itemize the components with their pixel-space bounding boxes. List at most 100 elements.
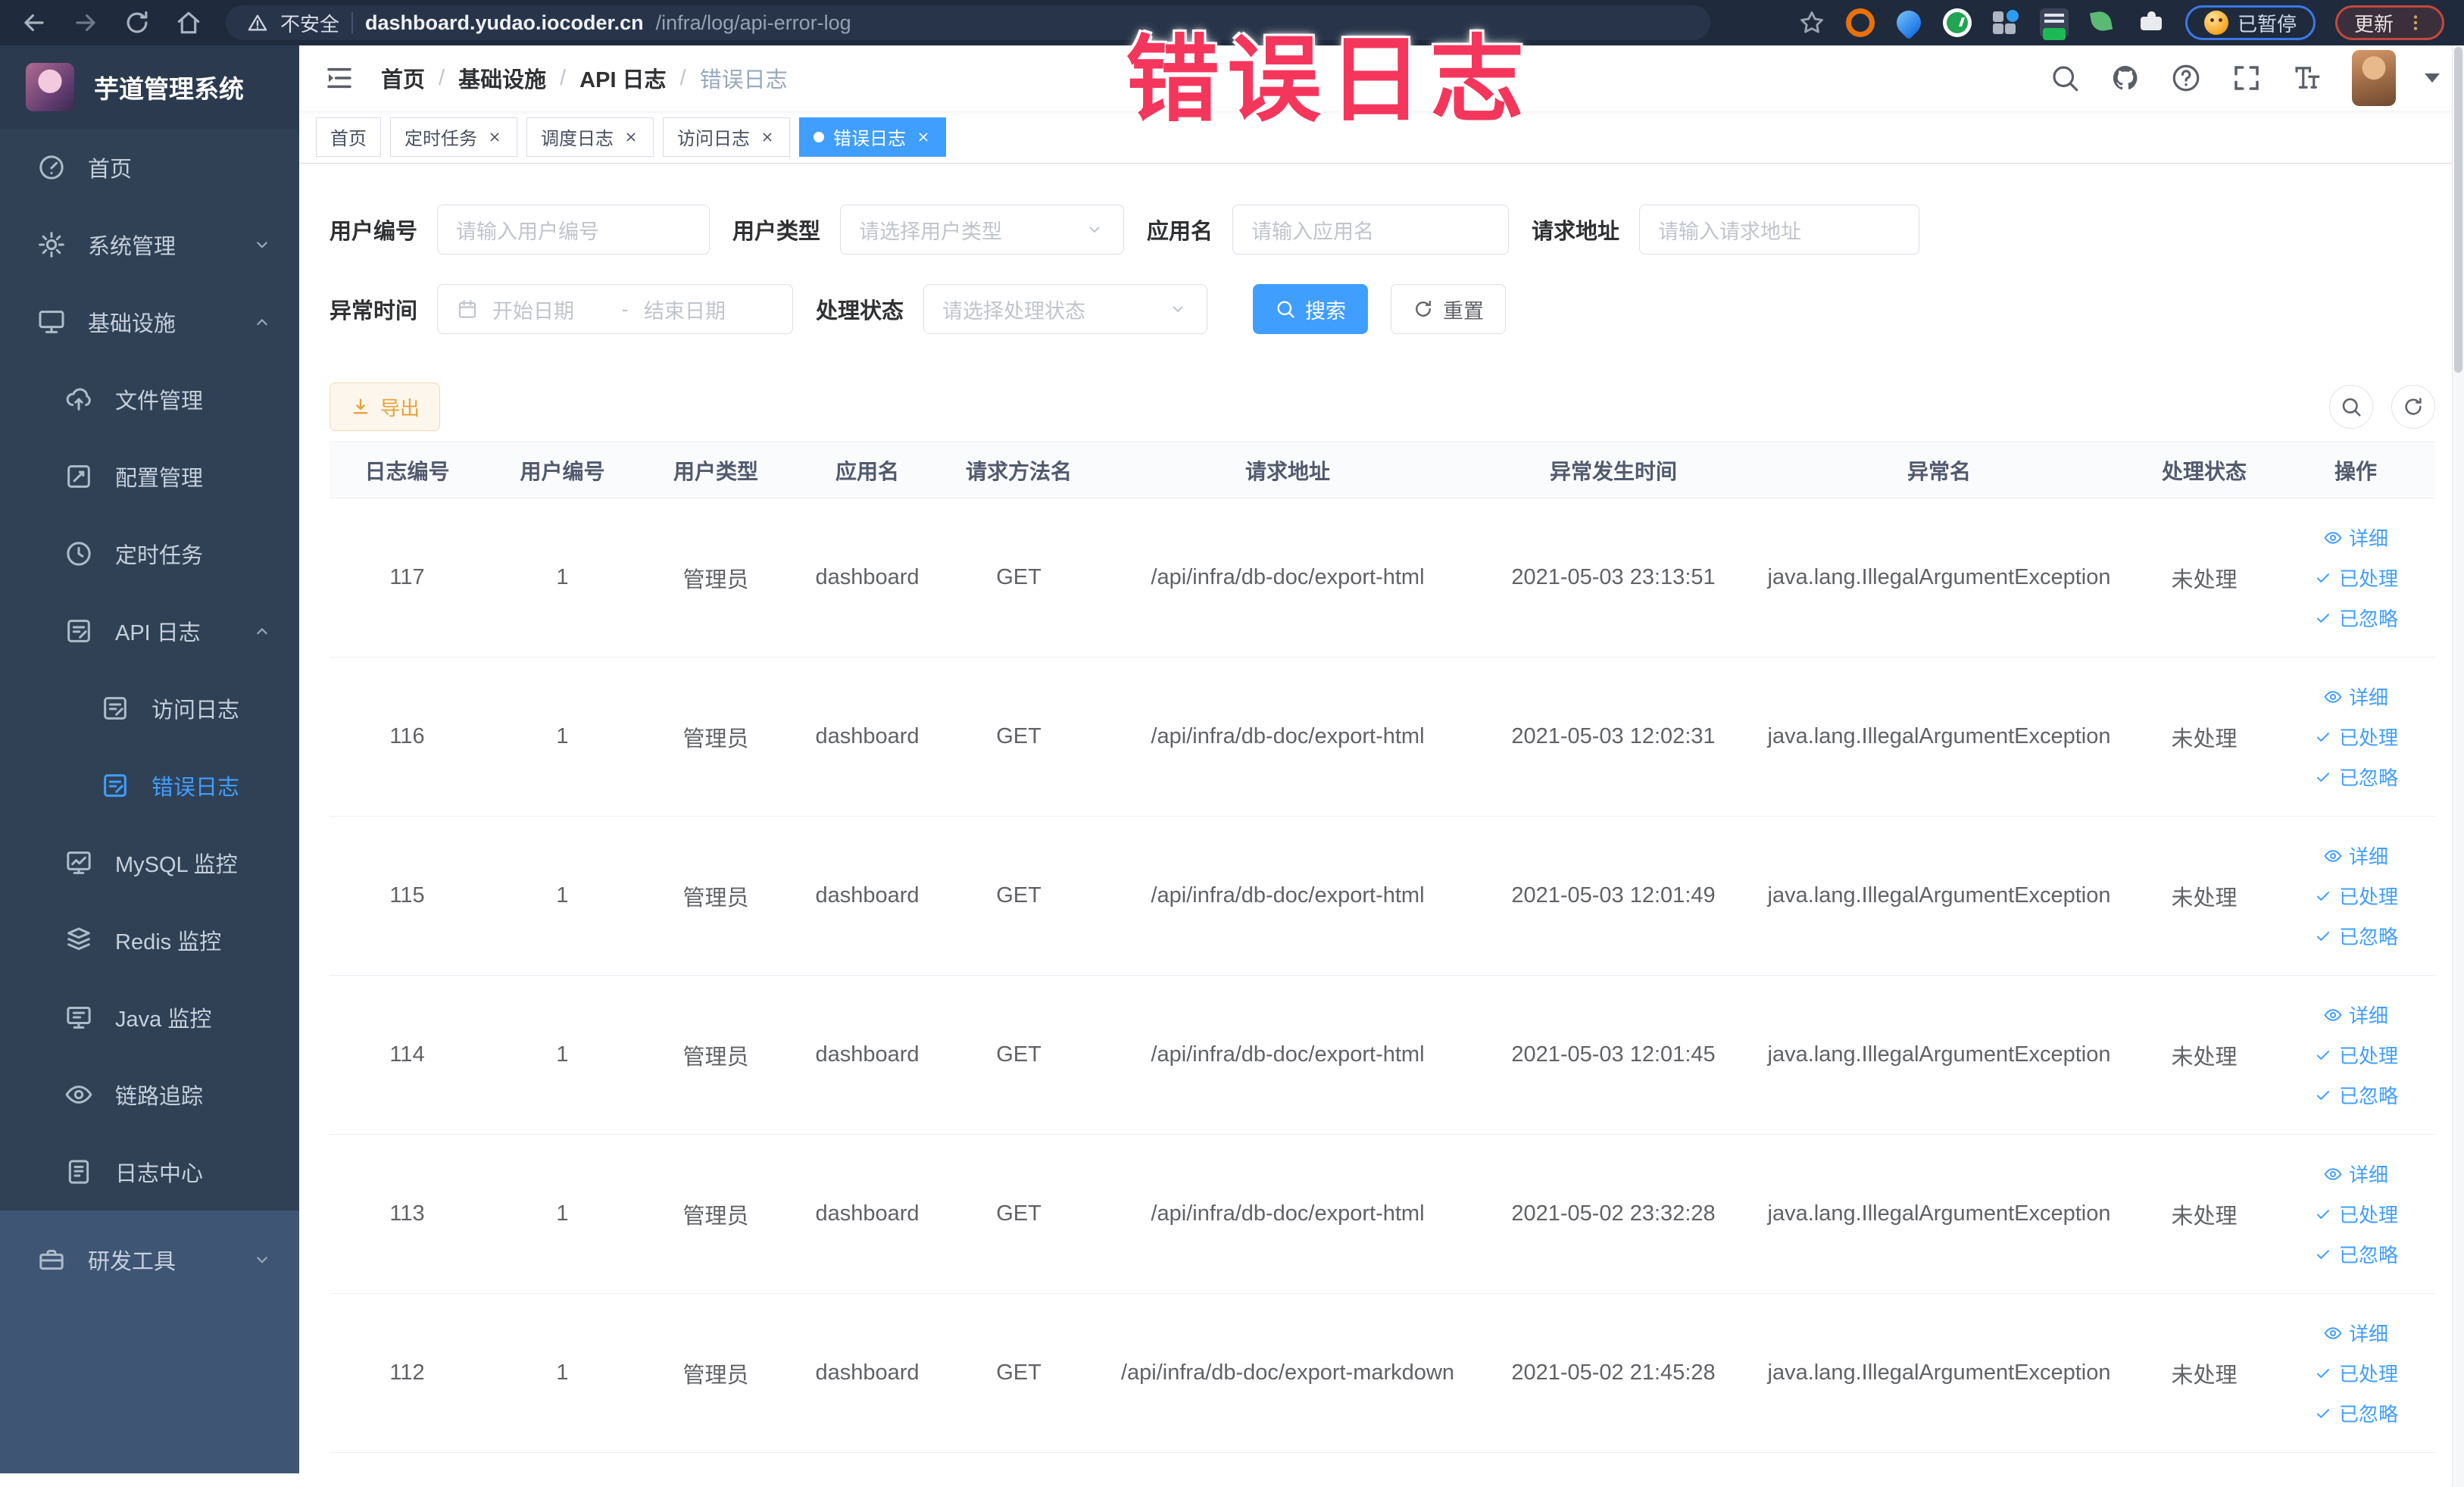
github-icon[interactable] xyxy=(2110,62,2141,94)
font-size-icon[interactable] xyxy=(2291,62,2323,94)
close-icon[interactable] xyxy=(486,129,503,145)
detail-link[interactable]: 详细 xyxy=(2323,683,2388,711)
search-icon[interactable] xyxy=(2049,62,2081,94)
error-log-table: 日志编号 用户编号 用户类型 应用名 请求方法名 请求地址 异常发生时间 异常名 处理状态 操作 … xyxy=(329,442,2435,1453)
extension-icon[interactable] xyxy=(2088,8,2117,37)
check-icon xyxy=(2313,886,2333,906)
close-icon[interactable] xyxy=(759,129,776,145)
sidebar-logo-row[interactable]: 芋道管理系统 xyxy=(0,45,299,129)
close-icon[interactable] xyxy=(915,129,932,145)
extensions-puzzle-icon[interactable] xyxy=(2137,8,2166,37)
mark-ignored-link[interactable]: 已忽略 xyxy=(2313,1240,2398,1268)
cell-exception-name: java.lang.IllegalArgumentException xyxy=(1767,883,2111,908)
breadcrumb-item[interactable]: 首页 xyxy=(381,62,425,94)
cell-log-id: 116 xyxy=(389,724,425,748)
sidebar-item[interactable]: Java 监控 xyxy=(0,979,299,1056)
cell-user-type: 管理员 xyxy=(682,886,749,911)
browser-menu-dots-icon[interactable] xyxy=(2406,11,2425,34)
tab[interactable]: 调度日志 xyxy=(526,117,654,157)
detail-link[interactable]: 详细 xyxy=(2323,842,2388,870)
search-button[interactable]: 搜索 xyxy=(1253,284,1369,334)
help-icon[interactable] xyxy=(2170,62,2202,94)
mark-ignored-link[interactable]: 已忽略 xyxy=(2313,1081,2398,1109)
sidebar-item[interactable]: 系统管理 xyxy=(0,206,299,283)
sidebar-item[interactable]: 定时任务 xyxy=(0,515,299,592)
mark-processed-link[interactable]: 已处理 xyxy=(2313,723,2398,751)
avatar-caret-down-icon[interactable] xyxy=(2425,73,2440,83)
fullscreen-icon[interactable] xyxy=(2231,62,2263,94)
tab[interactable]: 错误日志 xyxy=(799,117,946,157)
sidebar-item[interactable]: 首页 xyxy=(0,129,299,206)
breadcrumb-item[interactable]: 基础设施 xyxy=(458,62,546,94)
mark-ignored-link[interactable]: 已忽略 xyxy=(2313,1399,2398,1427)
mark-ignored-link[interactable]: 已忽略 xyxy=(2313,922,2398,950)
sidebar-item[interactable]: 基础设施 xyxy=(0,283,299,361)
browser-reload-icon[interactable] xyxy=(123,8,151,37)
mark-processed-link[interactable]: 已处理 xyxy=(2313,564,2398,592)
cell-method: GET xyxy=(996,883,1042,908)
sidebar-item[interactable]: 文件管理 xyxy=(0,361,299,438)
sidebar-toggle-icon[interactable] xyxy=(323,62,355,94)
cell-user-id: 1 xyxy=(556,1360,569,1385)
extension-icon[interactable] xyxy=(1891,5,1926,40)
reset-button[interactable]: 重置 xyxy=(1391,284,1507,334)
breadcrumb-item[interactable]: API 日志 xyxy=(579,62,666,94)
browser-back-icon[interactable] xyxy=(20,8,48,37)
tab[interactable]: 定时任务 xyxy=(390,117,517,157)
mark-processed-link[interactable]: 已处理 xyxy=(2313,1041,2398,1069)
mark-processed-link[interactable]: 已处理 xyxy=(2313,882,2398,910)
detail-link[interactable]: 详细 xyxy=(2323,1319,2388,1347)
browser-forward-icon[interactable] xyxy=(71,8,100,37)
browser-extensions-area: 已暂停 更新 xyxy=(1797,5,2444,40)
filter-label: 用户编号 xyxy=(329,220,418,244)
sidebar-item[interactable]: 访问日志 xyxy=(0,670,299,747)
export-button[interactable]: 导出 xyxy=(329,383,441,431)
scrollbar-thumb[interactable] xyxy=(2454,47,2462,373)
sidebar-item[interactable]: API 日志 xyxy=(0,592,299,670)
filter-input[interactable]: 请输入请求地址 xyxy=(1639,205,1920,255)
status-select[interactable]: 请选择处理状态 xyxy=(923,284,1208,334)
mark-ignored-link[interactable]: 已忽略 xyxy=(2313,604,2398,632)
check-icon xyxy=(2313,926,2333,946)
cell-status: 未处理 xyxy=(2171,886,2238,911)
cell-app-name: dashboard xyxy=(815,1360,920,1385)
sidebar-item[interactable]: MySQL 监控 xyxy=(0,824,299,901)
sidebar-item[interactable]: 研发工具 xyxy=(0,1221,299,1298)
chevron-down-icon xyxy=(1167,298,1188,320)
detail-link[interactable]: 详细 xyxy=(2323,1160,2388,1188)
extension-icon[interactable] xyxy=(1942,8,1972,37)
page-scrollbar[interactable] xyxy=(2452,45,2464,1487)
sidebar-item[interactable]: 错误日志 xyxy=(0,747,299,824)
extension-icon[interactable] xyxy=(1845,8,1875,37)
profile-paused-badge[interactable]: 已暂停 xyxy=(2184,5,2316,40)
refresh-table-button[interactable] xyxy=(2391,385,2435,429)
filter-input[interactable]: 请输入应用名 xyxy=(1232,205,1510,255)
placeholder-text: 请输入请求地址 xyxy=(1658,220,1802,243)
sidebar-item[interactable]: 日志中心 xyxy=(0,1133,299,1211)
date-range-picker[interactable]: 开始日期 - 结束日期 xyxy=(437,284,794,334)
detail-link[interactable]: 详细 xyxy=(2323,1001,2388,1029)
filter-input[interactable]: 请输入用户编号 xyxy=(437,205,710,255)
sidebar-item[interactable]: Redis 监控 xyxy=(0,901,299,979)
breadcrumb-separator: / xyxy=(560,65,567,90)
close-icon[interactable] xyxy=(623,129,639,145)
user-avatar[interactable] xyxy=(2352,50,2396,106)
toggle-search-button[interactable] xyxy=(2329,385,2373,429)
browser-update-button[interactable]: 更新 xyxy=(2334,5,2444,40)
column-header: 异常名 xyxy=(1907,459,1971,483)
cell-user-id: 1 xyxy=(556,1201,569,1226)
extension-icon[interactable] xyxy=(2039,8,2069,40)
mark-processed-link[interactable]: 已处理 xyxy=(2313,1200,2398,1228)
tab[interactable]: 首页 xyxy=(316,117,381,157)
sidebar-item[interactable]: 链路追踪 xyxy=(0,1056,299,1133)
browser-home-icon[interactable] xyxy=(174,8,203,37)
bookmark-star-icon[interactable] xyxy=(1797,8,1826,37)
extension-icon[interactable] xyxy=(1991,8,2020,37)
mark-processed-link[interactable]: 已处理 xyxy=(2313,1359,2398,1387)
detail-link[interactable]: 详细 xyxy=(2323,523,2388,551)
mark-ignored-link[interactable]: 已忽略 xyxy=(2313,763,2398,791)
filter-select[interactable]: 请选择用户类型 xyxy=(840,205,1125,255)
sidebar-item[interactable]: 配置管理 xyxy=(0,438,299,515)
tab[interactable]: 访问日志 xyxy=(663,117,790,157)
filter-label: 用户类型 xyxy=(732,220,821,244)
